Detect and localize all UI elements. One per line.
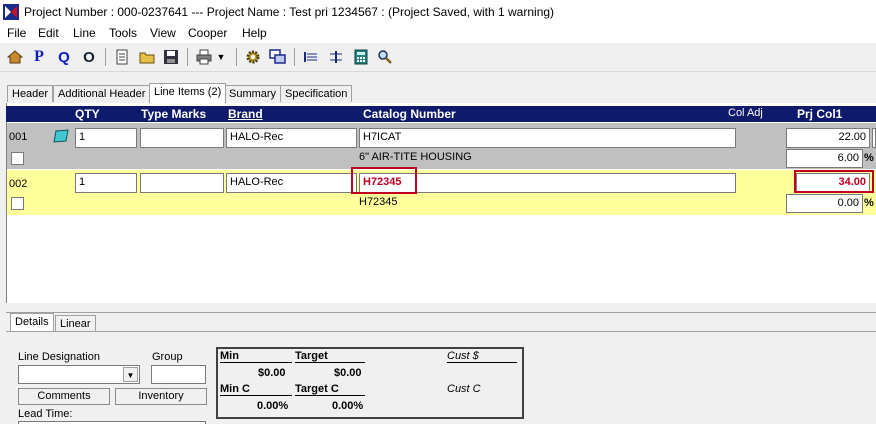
qty-field[interactable]: 1 <box>75 128 137 148</box>
toolbar-separator <box>105 48 106 66</box>
menu-line[interactable]: Line <box>73 26 96 40</box>
min-label: Min <box>220 350 292 363</box>
merge-icon[interactable] <box>327 48 345 66</box>
toolbar: P Q O ▼ <box>0 43 876 72</box>
home-icon[interactable] <box>6 48 24 66</box>
catalog-number-field[interactable]: H7ICAT <box>359 128 736 148</box>
calculator-icon[interactable] <box>352 48 370 66</box>
min-c-label: Min C <box>220 383 292 396</box>
comments-button[interactable]: Comments <box>18 388 110 405</box>
cust-c-label: Cust C <box>447 383 481 395</box>
type-marks-field[interactable] <box>140 173 224 193</box>
description-text: 6" AIR-TITE HOUSING <box>359 151 472 163</box>
min-c-value: 0.00% <box>257 400 289 412</box>
tab-line-items[interactable]: Line Items (2) <box>149 83 227 103</box>
group-input[interactable] <box>151 365 206 384</box>
tab-summary[interactable]: Summary <box>224 85 282 102</box>
search-icon[interactable] <box>376 48 394 66</box>
column-brand[interactable]: Brand <box>228 107 263 121</box>
pricing-summary-box: Min Target Cust $ $0.00 $0.00 Min C Targ… <box>216 347 524 419</box>
new-icon[interactable] <box>113 48 131 66</box>
window-title: Project Number : 000-0237641 --- Project… <box>24 5 555 19</box>
catalog-highlight-box <box>351 167 417 194</box>
row-checkbox[interactable] <box>11 152 24 165</box>
toolbar-separator <box>236 48 237 66</box>
windows-icon[interactable] <box>269 48 287 66</box>
group-label: Group <box>152 351 183 363</box>
gear-icon[interactable] <box>244 48 262 66</box>
column-qty[interactable]: QTY <box>75 107 100 121</box>
table-row[interactable]: 002 1 HALO-Rec H72345 H72345 34.00 0.00 … <box>7 167 876 215</box>
menu-file[interactable]: File <box>7 26 26 40</box>
grid-header: QTY Type Marks Brand Catalog Number Col … <box>6 106 876 122</box>
menu-help[interactable]: Help <box>242 26 267 40</box>
menu-view[interactable]: View <box>150 26 176 40</box>
target-c-label: Target C <box>295 383 365 396</box>
q-icon[interactable]: Q <box>55 48 73 66</box>
column-col-adj[interactable]: Col Adj <box>728 107 763 119</box>
min-value: $0.00 <box>258 367 286 379</box>
save-icon[interactable] <box>162 48 180 66</box>
percent-field[interactable]: 0.00 <box>786 194 863 213</box>
toolbar-separator <box>187 48 188 66</box>
column-prj-col1[interactable]: Prj Col1 <box>797 107 842 121</box>
app-logo-icon <box>3 4 19 20</box>
price-field-edge <box>872 128 876 148</box>
print-icon[interactable] <box>195 48 213 66</box>
brand-field[interactable]: HALO-Rec <box>226 128 357 148</box>
column-catalog-number[interactable]: Catalog Number <box>363 107 456 121</box>
dropdown-icon[interactable]: ▼ <box>215 48 227 66</box>
line-number: 002 <box>9 178 28 190</box>
cust-dollar-label: Cust $ <box>447 350 517 363</box>
brand-field[interactable]: HALO-Rec <box>226 173 357 193</box>
target-label: Target <box>295 350 365 363</box>
column-type-marks[interactable]: Type Marks <box>141 107 206 121</box>
note-icon[interactable] <box>53 129 69 143</box>
row-checkbox[interactable] <box>11 197 24 210</box>
tab-header[interactable]: Header <box>7 85 54 102</box>
target-c-value: 0.00% <box>332 400 364 412</box>
inventory-button[interactable]: Inventory <box>115 388 207 405</box>
open-folder-icon[interactable] <box>138 48 156 66</box>
price-highlight-box <box>794 170 874 193</box>
type-marks-field[interactable] <box>140 128 224 148</box>
title-bar: Project Number : 000-0237641 --- Project… <box>0 0 876 24</box>
split-icon[interactable] <box>302 48 320 66</box>
o-icon[interactable]: O <box>80 48 98 66</box>
description-text: H72345 <box>359 196 398 208</box>
line-designation-label: Line Designation <box>18 351 100 363</box>
tab-divider <box>6 331 876 332</box>
percent-sign: % <box>864 152 874 164</box>
tab-linear[interactable]: Linear <box>55 315 96 331</box>
price-field[interactable]: 22.00 <box>786 128 870 148</box>
tab-additional-header[interactable]: Additional Header <box>53 85 151 102</box>
target-value: $0.00 <box>334 367 362 379</box>
p-icon[interactable]: P <box>30 48 48 66</box>
menu-bar: File Edit Line Tools View Cooper Help <box>0 24 876 43</box>
menu-cooper[interactable]: Cooper <box>188 26 227 40</box>
lead-time-label: Lead Time: <box>18 408 73 420</box>
tab-details[interactable]: Details <box>10 313 54 331</box>
percent-field[interactable]: 6.00 <box>786 149 863 168</box>
line-designation-select[interactable]: ▼ <box>18 365 140 384</box>
table-row[interactable]: 001 1 HALO-Rec H7ICAT 6" AIR-TITE HOUSIN… <box>7 123 876 169</box>
line-number: 001 <box>9 131 28 143</box>
percent-sign: % <box>864 197 874 209</box>
menu-tools[interactable]: Tools <box>109 26 137 40</box>
qty-field[interactable]: 1 <box>75 173 137 193</box>
menu-edit[interactable]: Edit <box>38 26 59 40</box>
tab-specification[interactable]: Specification <box>280 85 353 102</box>
chevron-down-icon[interactable]: ▼ <box>123 367 138 382</box>
toolbar-separator <box>294 48 295 66</box>
